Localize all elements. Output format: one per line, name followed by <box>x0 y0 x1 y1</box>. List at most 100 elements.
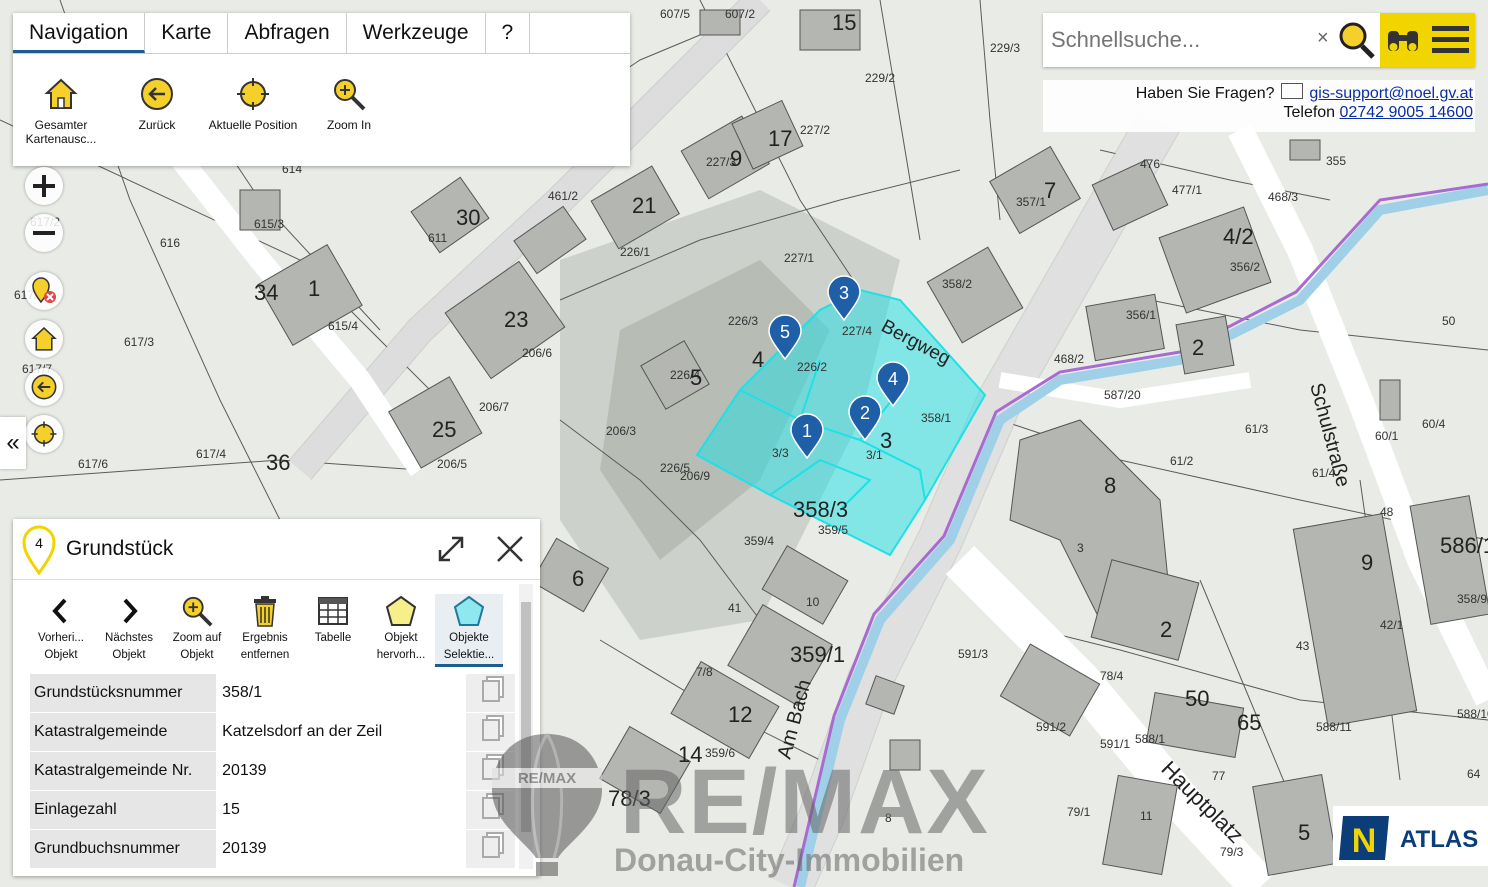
navigation-panel: Navigation Karte Abfragen Werkzeuge ? Ge… <box>13 13 630 166</box>
full-extent-button[interactable]: Gesamter Kartenausc... <box>13 76 109 146</box>
table-button[interactable]: Tabelle <box>299 594 367 667</box>
current-position-label: Aktuelle Position <box>208 118 298 132</box>
parcel-label: 9 <box>730 146 742 171</box>
parcel-label: 358/1 <box>921 411 951 425</box>
parcel-label: 78/3 <box>608 786 651 811</box>
parcel-label: 79/1 <box>1067 805 1091 819</box>
copy-button[interactable] <box>466 712 515 752</box>
zoom-in-button[interactable] <box>25 167 63 205</box>
scrollbar-thumb[interactable] <box>521 602 531 832</box>
support-email-link[interactable]: gis-support@noel.gv.at <box>1309 85 1473 102</box>
parcel-label: 587/20 <box>1104 388 1141 402</box>
zoom-in-tool-button[interactable]: Zoom In <box>301 76 397 146</box>
parcel-label: 50 <box>1185 686 1209 711</box>
parcel-label: 359/1 <box>790 642 845 667</box>
parcel-label: 2 <box>1192 335 1204 360</box>
parcel-label: 7/8 <box>696 665 713 679</box>
clear-location-button[interactable] <box>25 272 63 310</box>
marker-number: 2 <box>860 403 870 423</box>
copy-button[interactable] <box>466 790 515 830</box>
attribute-key: Katastralgemeinde <box>30 712 218 752</box>
copy-button[interactable] <box>466 751 515 791</box>
parcel-label: 4/2 <box>1223 224 1254 249</box>
close-icon[interactable] <box>495 534 525 564</box>
search-button[interactable] <box>1337 19 1377 66</box>
search-input[interactable] <box>1049 23 1315 57</box>
parcel-label: 206/6 <box>522 346 552 360</box>
parcel-label: 42/1 <box>1380 618 1404 632</box>
highlight-object-button[interactable]: Objekt hervorh... <box>367 594 435 667</box>
chevron-right-icon <box>123 598 138 624</box>
parcel-label: 12 <box>728 702 752 727</box>
previous-object-label: Vorheri... Objekt <box>37 632 85 661</box>
table-row: Katastralgemeinde Nr. 20139 <box>30 751 515 791</box>
attribute-value: 15 <box>216 790 467 830</box>
parcel-label: 617/3 <box>124 335 154 349</box>
clear-search-button[interactable]: × <box>1317 27 1329 50</box>
expand-icon[interactable] <box>436 534 466 564</box>
parcel-label: 61/3 <box>1245 422 1269 436</box>
sidebar-toggle-button[interactable]: « <box>0 417 26 469</box>
remove-result-button[interactable]: Ergebnis entfernen <box>231 594 299 667</box>
home-button[interactable] <box>25 320 63 358</box>
binoculars-button[interactable] <box>1380 13 1426 67</box>
chevron-left-icon <box>52 598 67 624</box>
parcel-label: 358/9 <box>1457 592 1487 606</box>
parcel-label: 607/5 <box>660 7 690 21</box>
parcel-label: 61/4 <box>1312 466 1336 480</box>
parcel-label: 476 <box>1140 157 1160 171</box>
crosshair-icon <box>237 78 269 110</box>
hamburger-menu-button[interactable] <box>1426 13 1475 67</box>
tab-navigation[interactable]: Navigation <box>13 13 146 53</box>
zoom-to-object-button[interactable]: Zoom auf Objekt <box>163 594 231 667</box>
parcel-label: 65 <box>1237 710 1261 735</box>
contact-question: Haben Sie Fragen? <box>1135 85 1275 102</box>
zoom-out-button[interactable] <box>25 214 63 252</box>
arrow-left-icon <box>31 374 57 400</box>
tab-karte[interactable]: Karte <box>145 13 229 53</box>
marker-number: 1 <box>802 421 812 441</box>
tab-help[interactable]: ? <box>486 13 531 53</box>
select-objects-button[interactable]: Objekte Selektie... <box>435 594 503 667</box>
parcel-label: 206/7 <box>479 400 509 414</box>
marker-number: 4 <box>888 369 898 389</box>
parcel-label: 468/2 <box>1054 352 1084 366</box>
tab-werkzeuge[interactable]: Werkzeuge <box>347 13 486 53</box>
parcel-label: 2 <box>1160 617 1172 642</box>
home-icon <box>44 78 78 109</box>
parcel-label: 43 <box>1296 639 1310 653</box>
previous-object-button[interactable]: Vorheri... Objekt <box>27 594 95 667</box>
noe-atlas-logo[interactable]: N ATLAS <box>1333 806 1488 866</box>
current-position-button[interactable]: Aktuelle Position <box>205 76 301 146</box>
attribute-key: Grundstücksnummer <box>30 674 218 713</box>
locate-button[interactable] <box>25 415 63 453</box>
support-phone-link[interactable]: 02742 9005 14600 <box>1340 104 1473 121</box>
parcel-label: 41 <box>728 601 742 615</box>
copy-icon <box>481 718 500 741</box>
table-row: Grundbuchsnummer 20139 <box>30 829 515 869</box>
parcel-label: 79/3 <box>1220 845 1244 859</box>
full-extent-label: Gesamter Kartenausc... <box>25 118 97 146</box>
zoom-in-label: Zoom In <box>326 118 371 132</box>
highlight-pentagon-icon <box>385 595 417 626</box>
back-button[interactable]: Zurück <box>109 76 205 146</box>
copy-icon <box>481 796 500 819</box>
info-header: 4 Grundstück <box>13 519 540 580</box>
copy-button[interactable] <box>466 674 515 713</box>
info-title: Grundstück <box>66 537 174 560</box>
next-object-button[interactable]: Nächstes Objekt <box>95 594 163 667</box>
attribute-key: Katastralgemeinde Nr. <box>30 751 218 791</box>
copy-button[interactable] <box>466 829 515 869</box>
info-scrollbar[interactable] <box>519 584 533 869</box>
parcel-label: 607/2 <box>725 7 755 21</box>
zoom-to-object-label: Zoom auf Objekt <box>172 632 222 661</box>
parcel-label: 60/4 <box>1422 417 1446 431</box>
tab-abfragen[interactable]: Abfragen <box>228 13 347 53</box>
parcel-label: 226/1 <box>620 245 650 259</box>
location-remove-icon <box>32 277 56 304</box>
back-map-button[interactable] <box>25 368 63 406</box>
zoom-in-icon <box>334 79 366 111</box>
parcel-label: 64 <box>1467 767 1481 781</box>
parcel-label: 591/3 <box>958 647 988 661</box>
parcel-label: 206/5 <box>437 457 467 471</box>
